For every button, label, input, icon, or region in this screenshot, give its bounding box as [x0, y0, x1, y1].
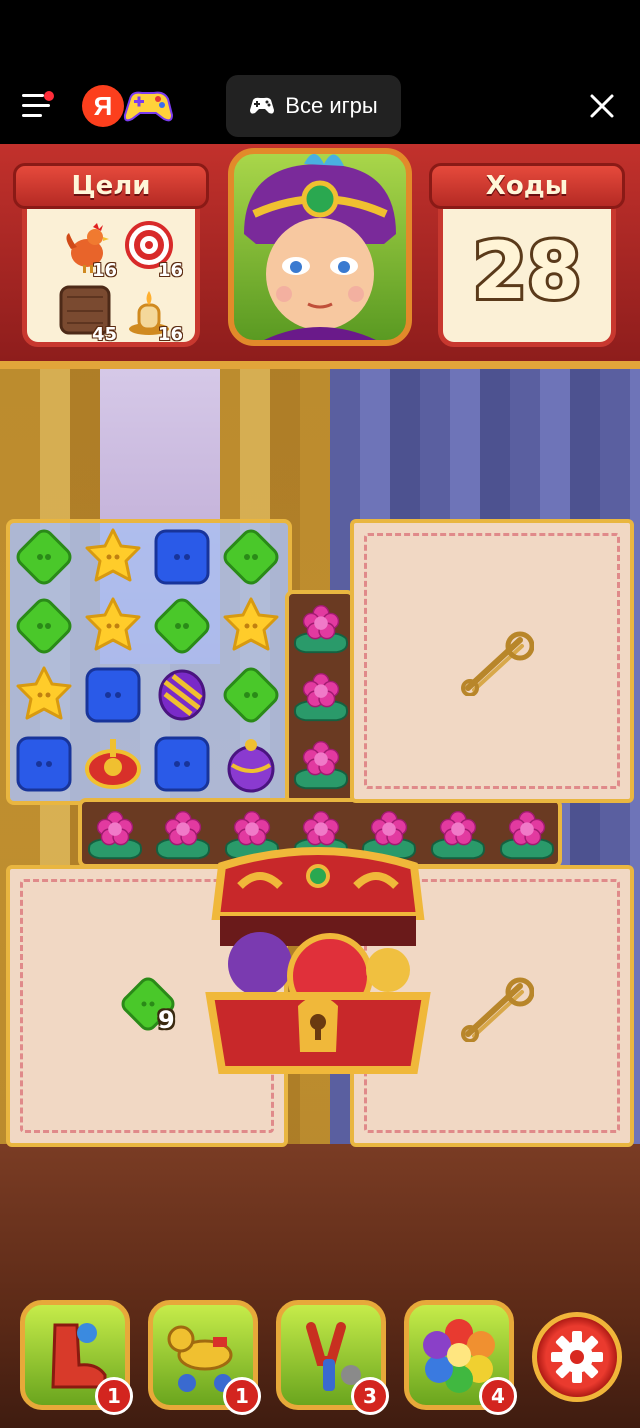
booster-slingshot[interactable]: 3 [276, 1300, 389, 1415]
yellow-star-tile[interactable] [13, 664, 75, 726]
yellow-star-tile[interactable] [82, 526, 144, 588]
goal-count: 16 [157, 260, 183, 281]
moves-panel: Ходы 28 [429, 163, 625, 347]
purple-bomb-tile[interactable] [220, 733, 282, 795]
booster-rainbow-flower[interactable]: 4 [404, 1300, 517, 1415]
striped-candy-tile[interactable] [151, 664, 213, 726]
top-bar: Я Все игры [0, 0, 640, 144]
flower-tile[interactable] [84, 802, 146, 864]
booster-count: 4 [479, 1377, 517, 1415]
settings-button[interactable] [532, 1312, 622, 1402]
goal-target: 16 [123, 219, 183, 281]
green-button-tile[interactable] [151, 595, 213, 657]
all-games-button[interactable]: Все игры [226, 75, 401, 137]
flower-tile[interactable] [290, 664, 352, 726]
goal-count: 16 [157, 324, 183, 345]
safety-pin-icon[interactable] [460, 976, 534, 1042]
menu-icon[interactable] [22, 91, 54, 118]
spinning-top-tile[interactable] [82, 733, 144, 795]
booster-count: 1 [95, 1377, 133, 1415]
blue-button-tile[interactable] [82, 664, 144, 726]
goal-count: 16 [91, 260, 117, 281]
flower-tile[interactable] [427, 802, 489, 864]
goals-title: Цели [13, 163, 209, 209]
yellow-star-tile[interactable] [82, 595, 144, 657]
flower-tile[interactable] [290, 596, 352, 658]
moves-counter: 28 [470, 224, 585, 320]
booster-rocking-horse[interactable]: 1 [148, 1300, 261, 1415]
green-button-tile[interactable] [13, 595, 75, 657]
flower-tile[interactable] [496, 802, 558, 864]
goal-wood: 45 [57, 283, 117, 345]
boosters-bar: 1 1 3 4 [0, 1300, 640, 1420]
collect-green-button[interactable]: 9 [120, 976, 184, 1040]
flower-tile[interactable] [290, 732, 352, 794]
green-button-tile[interactable] [13, 526, 75, 588]
gear-icon [551, 1331, 603, 1383]
yellow-star-tile[interactable] [220, 595, 282, 657]
blue-button-tile[interactable] [13, 733, 75, 795]
booster-boot[interactable]: 1 [20, 1300, 133, 1415]
goal-lamp: 16 [123, 283, 183, 345]
gamepad-logo-icon[interactable] [122, 85, 174, 127]
all-games-label: Все игры [285, 93, 378, 118]
booster-count: 3 [351, 1377, 389, 1415]
booster-count: 1 [223, 1377, 261, 1415]
goal-count: 45 [91, 324, 117, 345]
green-button-tile[interactable] [220, 526, 282, 588]
blue-button-tile[interactable] [151, 733, 213, 795]
blue-button-tile[interactable] [151, 526, 213, 588]
green-button-tile[interactable] [220, 664, 282, 726]
goals-panel: Цели 16 16 45 16 [13, 163, 209, 347]
collect-counter: 9 [158, 1006, 175, 1034]
yandex-logo[interactable]: Я [82, 85, 124, 127]
goal-rooster: 16 [57, 219, 117, 281]
moves-title: Ходы [429, 163, 625, 209]
gamepad-icon [250, 97, 275, 114]
notification-dot [44, 91, 54, 101]
treasure-chest-icon [205, 847, 431, 1074]
character-avatar [228, 148, 412, 346]
sultan-character-icon [244, 154, 396, 340]
safety-pin-icon[interactable] [460, 630, 534, 696]
close-icon[interactable] [588, 92, 616, 120]
